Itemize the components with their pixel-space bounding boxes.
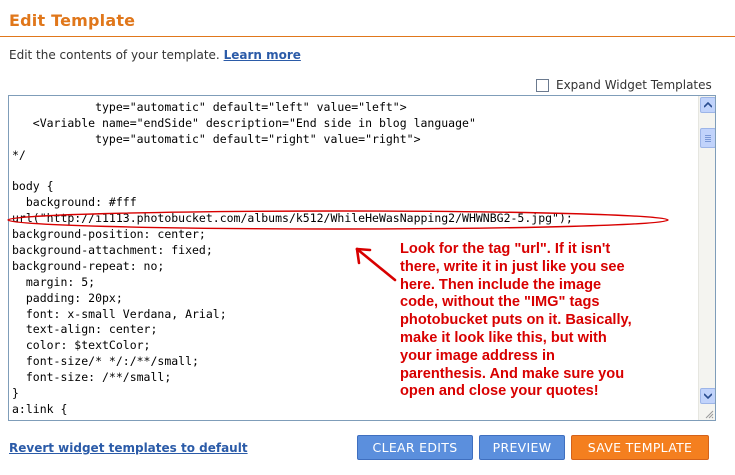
expand-widget-label: Expand Widget Templates bbox=[556, 78, 712, 92]
code-line[interactable]: a:link { bbox=[12, 402, 573, 418]
scroll-thumb[interactable] bbox=[700, 128, 715, 148]
preview-button[interactable]: PREVIEW bbox=[479, 435, 565, 460]
scroll-up-button[interactable] bbox=[700, 97, 715, 113]
code-line[interactable]: body { bbox=[12, 179, 573, 195]
expand-widget-checkbox[interactable] bbox=[536, 78, 549, 92]
page-title: Edit Template bbox=[9, 11, 136, 30]
chevron-up-icon bbox=[704, 102, 712, 108]
annotation-note: Look for the tag "url". If it isn't ther… bbox=[400, 241, 632, 400]
page-description: Edit the contents of your template. Lear… bbox=[9, 48, 301, 62]
scroll-down-button[interactable] bbox=[700, 388, 715, 404]
code-line[interactable] bbox=[12, 164, 573, 180]
highlight-ellipse bbox=[7, 210, 669, 230]
learn-more-link[interactable]: Learn more bbox=[224, 48, 301, 62]
revert-widget-templates-link[interactable]: Revert widget templates to default bbox=[9, 441, 248, 455]
code-line[interactable]: type="automatic" default="right" value="… bbox=[12, 132, 573, 148]
code-line[interactable]: type="automatic" default="left" value="l… bbox=[12, 100, 573, 116]
resize-grip-icon[interactable] bbox=[704, 409, 714, 419]
editor-scrollbar[interactable] bbox=[698, 96, 715, 420]
annotation-arrow-icon bbox=[355, 247, 397, 282]
title-divider bbox=[0, 36, 735, 37]
clear-edits-button[interactable]: CLEAR EDITS bbox=[357, 435, 473, 460]
description-text: Edit the contents of your template. bbox=[9, 48, 220, 62]
expand-widget-templates[interactable]: Expand Widget Templates bbox=[536, 77, 712, 93]
chevron-down-icon bbox=[704, 393, 712, 399]
code-line[interactable]: <Variable name="endSide" description="En… bbox=[12, 116, 573, 132]
code-line[interactable]: */ bbox=[12, 148, 573, 164]
save-template-button[interactable]: SAVE TEMPLATE bbox=[571, 435, 709, 460]
